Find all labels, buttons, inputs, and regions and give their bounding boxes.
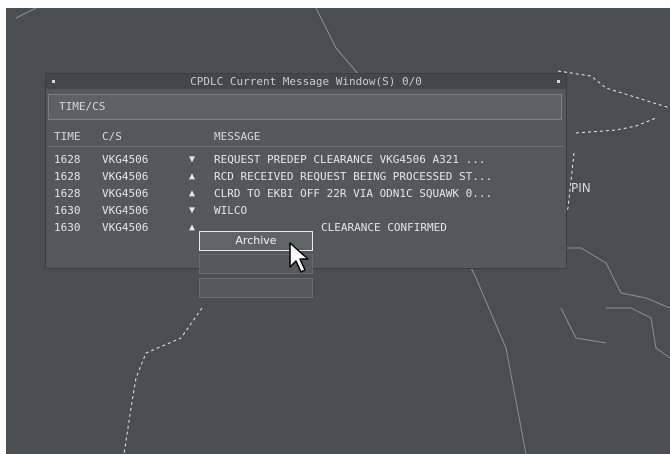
message-callsign: VKG4506 — [102, 170, 149, 183]
map-island-outline — [551, 247, 670, 359]
message-time: 1628 — [54, 153, 81, 166]
message-text: REQUEST PREDEP CLEARANCE VKG4506 A321 ..… — [214, 153, 486, 166]
uplink-arrow-icon: ▲ — [189, 188, 196, 199]
uplink-arrow-icon: ▲ — [189, 171, 196, 182]
window-title: CPDLC Current Message Window(S) 0/0 — [190, 75, 422, 88]
message-time: 1630 — [54, 221, 81, 234]
message-text: WILCO — [214, 204, 248, 217]
message-text: CLRD TO EKBI OFF 22R VIA ODN1C SQUAWK 0.… — [214, 187, 493, 200]
downlink-arrow-icon: ▼ — [189, 205, 196, 216]
message-row[interactable]: 1628 VKG4506 ▲ RCD RECEIVED REQUEST BEIN… — [46, 168, 566, 185]
map-dashed-boundary-right — [557, 70, 670, 224]
column-header-message[interactable]: MESSAGE — [214, 129, 260, 145]
downlink-arrow-icon: ▼ — [189, 154, 196, 165]
message-time: 1628 — [54, 170, 81, 183]
message-row[interactable]: 1630 VKG4506 ▼ WILCO — [46, 202, 566, 219]
context-menu-item-disabled — [199, 278, 313, 298]
message-time: 1628 — [54, 187, 81, 200]
message-callsign: VKG4506 — [102, 153, 149, 166]
map-fix-label: PIN — [571, 181, 591, 195]
window-menu-icon[interactable] — [52, 80, 55, 83]
header-divider — [48, 146, 564, 147]
message-time: 1630 — [54, 204, 81, 217]
window-close-icon[interactable] — [557, 80, 560, 83]
mouse-pointer-icon — [289, 242, 309, 273]
message-callsign: VKG4506 — [102, 221, 149, 234]
column-header-time[interactable]: TIME — [54, 129, 81, 145]
message-text: CLEARANCE CONFIRMED — [321, 221, 447, 234]
radar-display[interactable]: PIN CPDLC Current Message Window(S) 0/0 … — [6, 8, 670, 454]
window-titlebar[interactable]: CPDLC Current Message Window(S) 0/0 — [46, 74, 566, 89]
message-row[interactable]: 1628 VKG4506 ▲ CLRD TO EKBI OFF 22R VIA … — [46, 185, 566, 202]
filter-time-cs[interactable]: TIME/CS — [48, 94, 562, 120]
message-row[interactable]: 1628 VKG4506 ▼ REQUEST PREDEP CLEARANCE … — [46, 151, 566, 168]
message-callsign: VKG4506 — [102, 187, 149, 200]
message-text: RCD RECEIVED REQUEST BEING PROCESSED ST.… — [214, 170, 493, 183]
column-header-callsign[interactable]: C/S — [102, 129, 122, 145]
message-callsign: VKG4506 — [102, 204, 149, 217]
map-dashed-boundary-bottom — [123, 307, 203, 454]
uplink-arrow-icon: ▲ — [189, 222, 196, 233]
